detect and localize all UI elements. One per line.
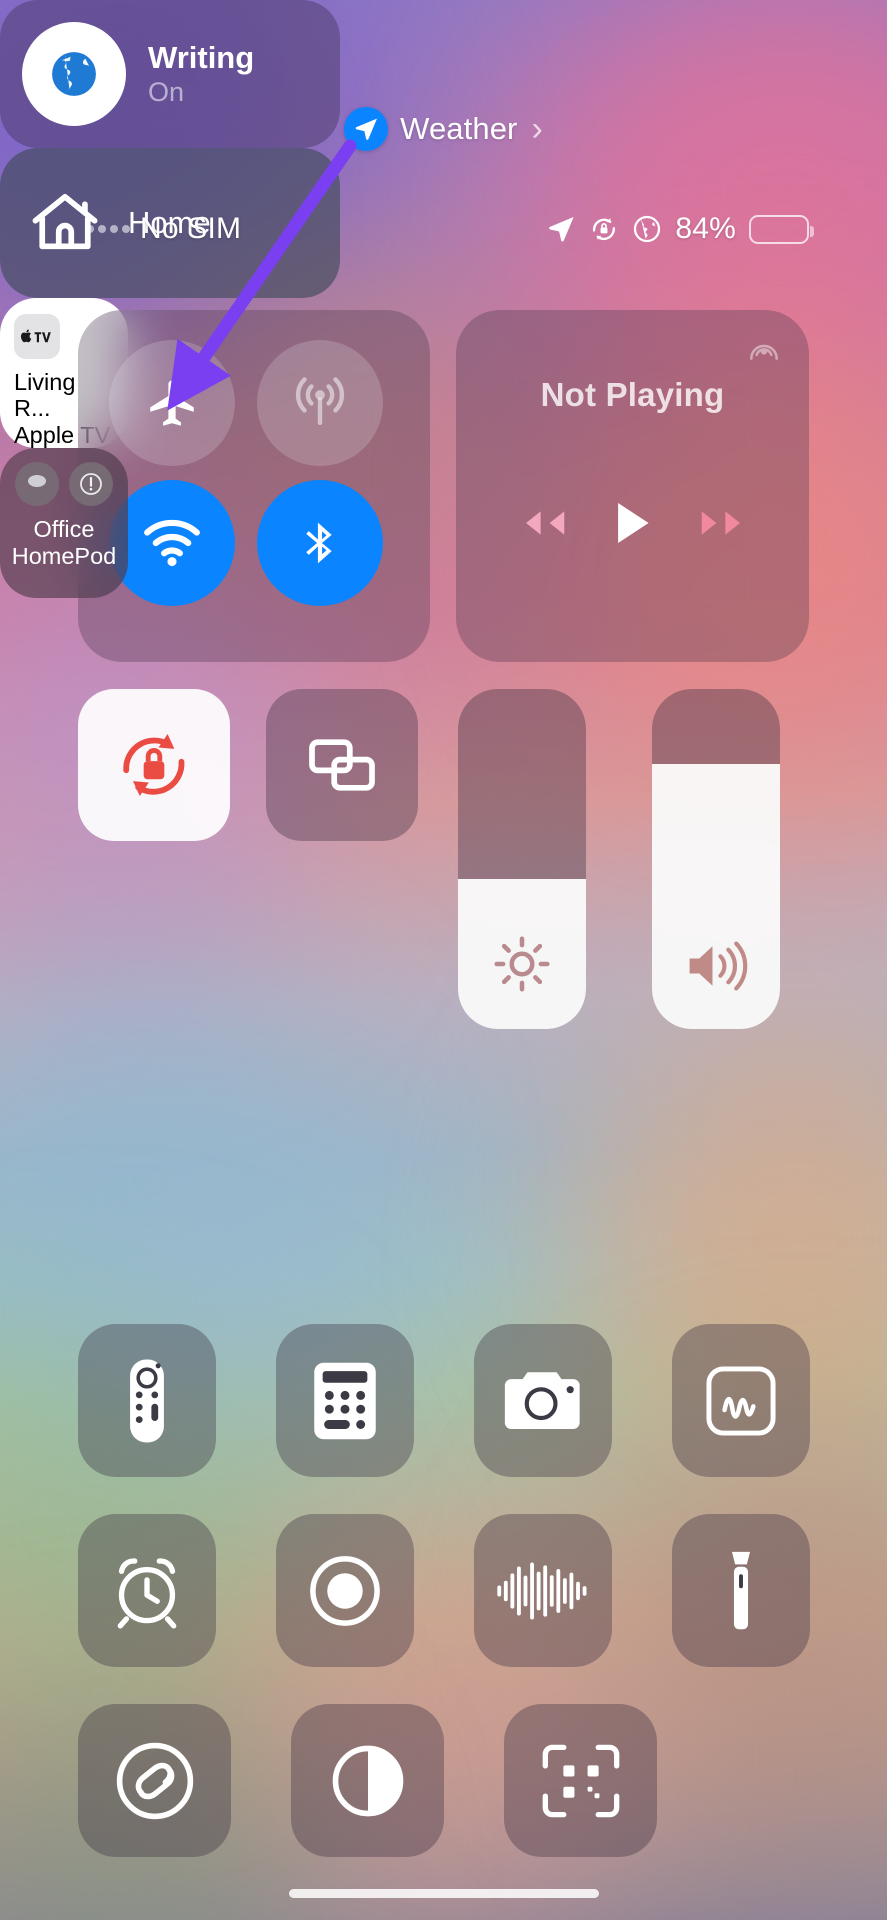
- globe-vpn-icon: [632, 214, 662, 244]
- homepod-line2: HomePod: [11, 542, 117, 569]
- camera-tile[interactable]: [474, 1324, 612, 1477]
- app-shortcut-grid: [78, 1324, 810, 1894]
- status-bar: No SIM 84%: [0, 206, 887, 252]
- fast-forward-icon[interactable]: [697, 503, 749, 543]
- carrier-label: No SIM: [140, 212, 242, 245]
- status-bar-left: No SIM: [86, 212, 241, 246]
- status-bar-right: 84%: [546, 212, 814, 246]
- homepod-accessory-tile[interactable]: Office HomePod: [0, 448, 128, 598]
- connectivity-module: [78, 310, 430, 662]
- weather-return-pill[interactable]: Weather ›: [0, 107, 887, 151]
- cellular-data-toggle[interactable]: [257, 340, 383, 466]
- homepod-icon: [15, 462, 59, 506]
- battery-percent-label: 84%: [675, 212, 736, 245]
- location-arrow-icon: [344, 107, 389, 151]
- calculator-tile[interactable]: [276, 1324, 414, 1477]
- brightness-icon: [491, 933, 553, 995]
- app-row: [78, 1704, 810, 1857]
- screen-record-tile[interactable]: [276, 1514, 414, 1667]
- home-indicator[interactable]: [288, 1889, 599, 1898]
- location-arrow-icon: [546, 214, 576, 244]
- screen-mirroring-toggle[interactable]: [266, 689, 418, 841]
- media-playback-module[interactable]: Not Playing: [456, 310, 809, 662]
- app-row: [78, 1514, 810, 1667]
- focus-title: Writing: [148, 40, 255, 75]
- app-row: [78, 1324, 810, 1477]
- shazam-tile[interactable]: [78, 1704, 231, 1857]
- airplay-icon[interactable]: [745, 332, 783, 370]
- apple-tv-icon: [14, 314, 60, 360]
- media-controls: [456, 500, 809, 546]
- airplane-mode-toggle[interactable]: [109, 340, 235, 466]
- dark-mode-tile[interactable]: [291, 1704, 444, 1857]
- code-scanner-tile[interactable]: [504, 1704, 657, 1857]
- brightness-slider[interactable]: [458, 689, 586, 1029]
- voice-memo-tile[interactable]: [474, 1514, 612, 1667]
- signal-dots-icon: [86, 225, 130, 233]
- weather-label: Weather: [400, 111, 518, 146]
- rotation-lock-icon: [589, 214, 619, 244]
- rotation-lock-toggle[interactable]: [78, 689, 230, 841]
- bluetooth-toggle[interactable]: [257, 480, 383, 606]
- media-status-label: Not Playing: [540, 376, 725, 413]
- flashlight-tile[interactable]: [672, 1514, 810, 1667]
- volume-icon: [683, 937, 749, 995]
- control-center: Not Playing Writing On Home Living R... …: [0, 0, 887, 1857]
- chevron-right-icon: ›: [531, 110, 543, 148]
- homepod-line1: Office: [33, 516, 95, 542]
- battery-icon: [749, 214, 814, 244]
- focus-state: On: [148, 77, 185, 107]
- exclamation-icon: [69, 462, 113, 506]
- tv-remote-tile[interactable]: [78, 1324, 216, 1477]
- alarm-tile[interactable]: [78, 1514, 216, 1667]
- play-icon[interactable]: [614, 500, 652, 546]
- rewind-icon[interactable]: [517, 503, 569, 543]
- volume-slider[interactable]: [652, 689, 780, 1029]
- notes-tile[interactable]: [672, 1324, 810, 1477]
